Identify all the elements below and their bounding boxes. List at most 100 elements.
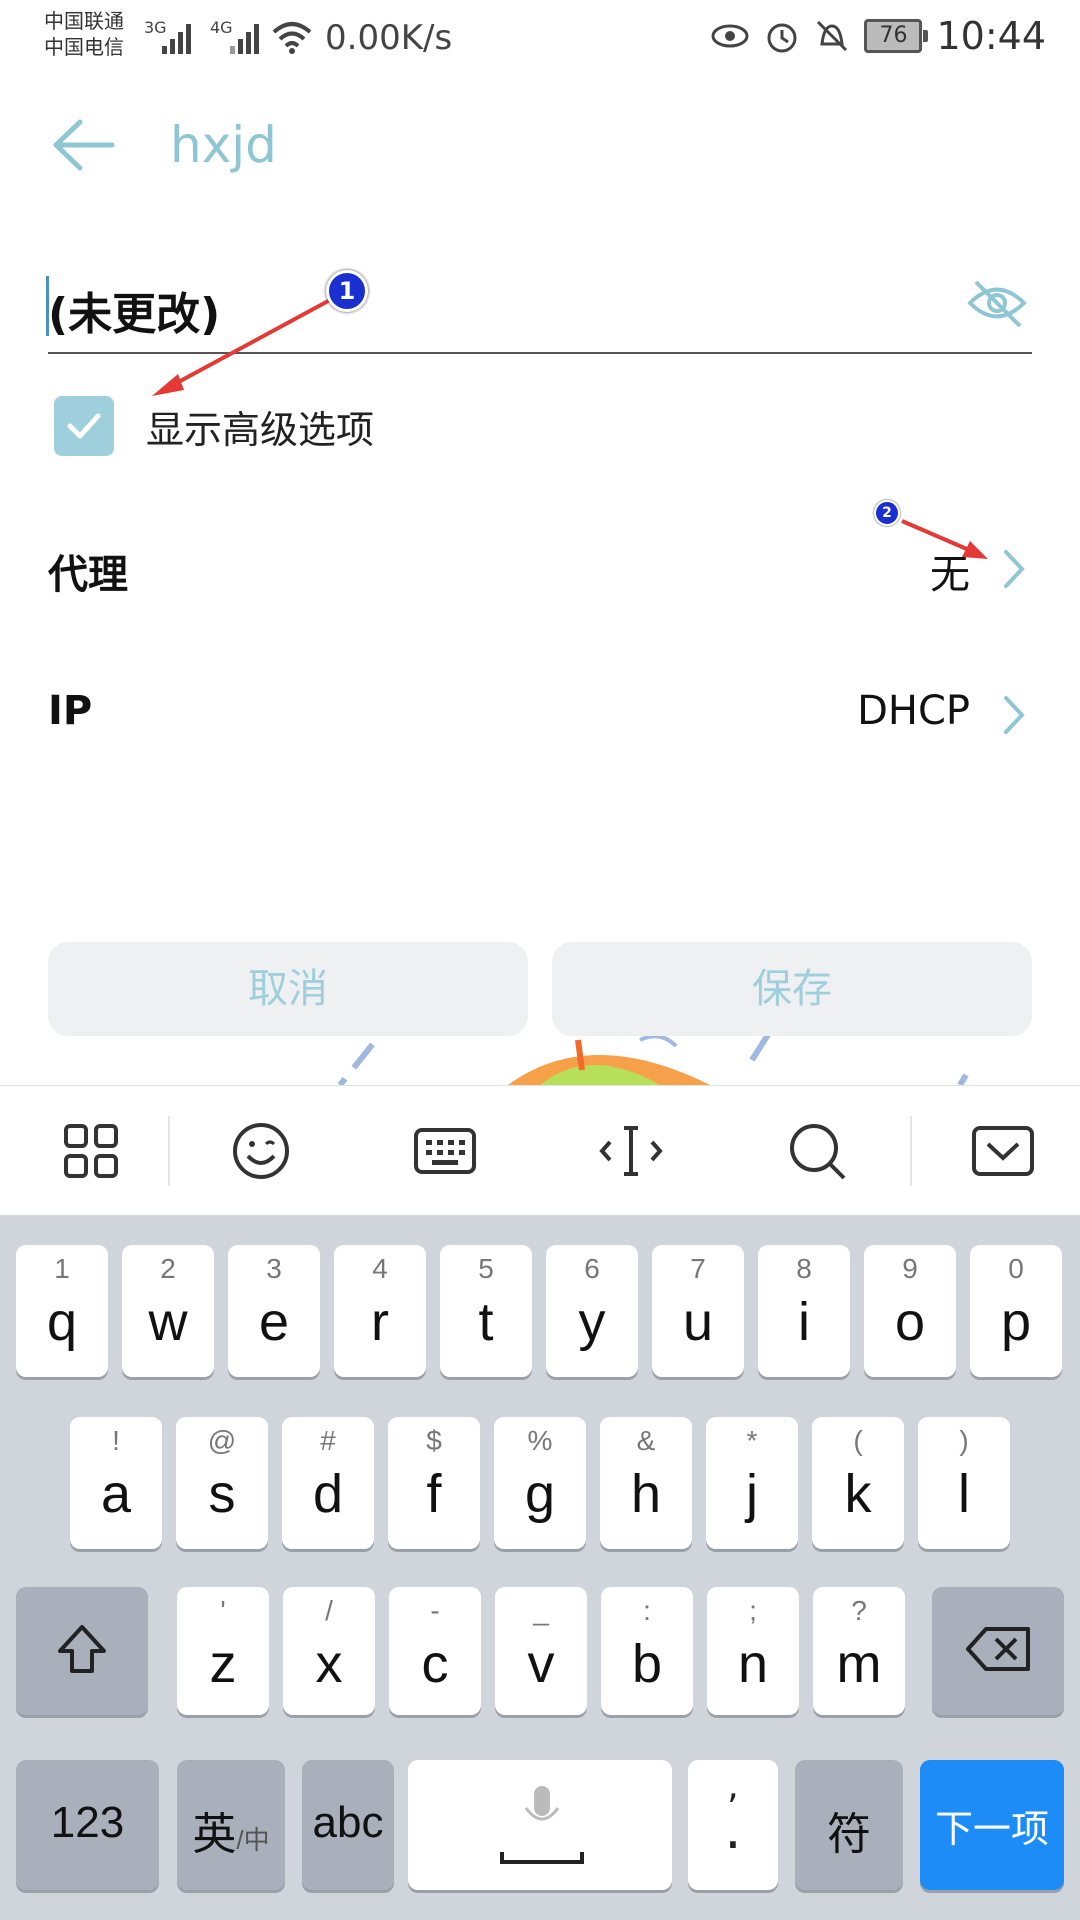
toggle-visibility-icon[interactable] [966,278,1028,328]
key-h[interactable]: & h [600,1417,692,1549]
key-char: e [258,1292,290,1352]
key-hint: 9 [902,1253,918,1284]
key-char: l [958,1464,970,1524]
key-hint: 5 [478,1253,494,1284]
key-r[interactable]: 4r [334,1245,426,1377]
key-hint: ) [959,1425,969,1456]
symbols-key[interactable]: 符 [795,1760,903,1890]
key-char: v [527,1634,555,1694]
space-key[interactable] [408,1760,672,1890]
key-u[interactable]: 7u [652,1245,744,1377]
key-char: f [426,1464,442,1524]
key-b[interactable]: :b [601,1587,693,1715]
advanced-checkbox[interactable] [54,396,114,456]
show-advanced-options[interactable]: 显示高级选项 [54,396,374,456]
signal-icon-2 [230,24,259,54]
search-icon[interactable] [782,1116,852,1186]
abc-key[interactable]: abc [302,1760,394,1890]
key-char: y [578,1292,606,1352]
network-speed: 0.00K/s [325,18,453,58]
chevron-right-icon [1004,550,1025,588]
period-label: . [724,1798,742,1861]
key-z[interactable]: ' z [177,1587,269,1715]
key-char: j [746,1464,758,1524]
apps-grid-icon[interactable] [56,1116,126,1186]
key-p[interactable]: 0p [970,1245,1062,1377]
key-hint: * [746,1425,758,1456]
keyboard-icon[interactable] [410,1116,480,1186]
cursor-move-icon[interactable] [596,1116,666,1186]
shift-key[interactable] [16,1587,148,1715]
key-hint: # [320,1425,336,1456]
carrier-1: 中国联通 [44,9,124,33]
key-char: g [524,1464,556,1524]
save-button[interactable]: 保存 [552,942,1032,1036]
key-c[interactable]: -c [389,1587,481,1715]
key-f[interactable]: $ f [388,1417,480,1549]
key-t[interactable]: 5t [440,1245,532,1377]
key-hint: 0 [1008,1253,1024,1284]
key-hint: 3 [266,1253,282,1284]
key-char: k [844,1464,872,1524]
key-char: x [315,1634,343,1694]
language-switch-key[interactable]: 英/中 [177,1760,285,1890]
key-hint: - [430,1595,440,1626]
key-a[interactable]: ! a [70,1417,162,1549]
lang-key-main: 英 [192,1810,237,1859]
status-bar: 中国联通 中国电信 3G 4G 0.00K/s 76 10:44 [0,0,1080,80]
battery-indicator: 76 [864,19,929,53]
key-e[interactable]: 3e [228,1245,320,1377]
key-w[interactable]: 2w [122,1245,214,1377]
key-hint: / [325,1595,333,1626]
key-char: i [798,1292,810,1352]
key-d[interactable]: # d [282,1417,374,1549]
back-arrow-icon[interactable] [50,110,120,180]
key-char: d [312,1464,344,1524]
numbers-key[interactable]: 123 [16,1760,159,1890]
key-n[interactable]: ; n [707,1587,799,1715]
advanced-options-label: 显示高级选项 [146,407,375,452]
soft-keyboard: 1q2w3e4r5t6y7u8i9o0p ! a @ s # d $ f% g & h * j(k) l … [0,1215,1080,1920]
key-y[interactable]: 6y [546,1245,638,1377]
key-char: h [630,1464,662,1524]
key-hint: 1 [54,1253,70,1284]
key-hint: % [527,1425,553,1456]
toolbar-separator [910,1116,912,1186]
cancel-button[interactable]: 取消 [48,942,528,1036]
clock: 10:44 [936,14,1046,58]
checkmark-icon [67,413,101,439]
language-key-label: 英/中 [177,1798,285,1862]
annotation-badge-1: 1 [326,270,368,312]
ip-row[interactable]: IP DHCP [48,670,1032,760]
key-x[interactable]: / x [283,1587,375,1715]
hide-keyboard-icon[interactable] [968,1116,1038,1186]
key-l[interactable]: ) l [918,1417,1010,1549]
emoji-icon[interactable] [226,1116,296,1186]
key-char: b [631,1634,663,1694]
key-g[interactable]: % g [494,1417,586,1549]
key-j[interactable]: * j [706,1417,798,1549]
key-hint: @ [207,1425,237,1456]
ip-value: DHCP [857,688,970,734]
key-char: m [836,1634,882,1694]
lang-key-sub: /中 [236,1825,270,1855]
key-v[interactable]: _ v [495,1587,587,1715]
carrier-2: 中国电信 [44,35,124,59]
key-q[interactable]: 1q [16,1245,108,1377]
key-i[interactable]: 8i [758,1245,850,1377]
key-hint: ( [853,1425,863,1456]
key-char: n [737,1634,769,1694]
key-o[interactable]: 9o [864,1245,956,1377]
punctuation-key[interactable]: , . [688,1760,778,1890]
key-char: w [148,1292,188,1352]
key-s[interactable]: @ s [176,1417,268,1549]
backspace-key[interactable] [932,1587,1064,1715]
key-char: o [894,1292,926,1352]
proxy-row[interactable]: 代理 无 [48,524,1032,614]
mute-notification-icon [817,20,848,52]
key-hint: 6 [584,1253,600,1284]
next-field-key[interactable]: 下一项 [920,1760,1064,1890]
key-m[interactable]: ? m [813,1587,905,1715]
microphone-icon [500,1786,584,1864]
key-k[interactable]: (k [812,1417,904,1549]
